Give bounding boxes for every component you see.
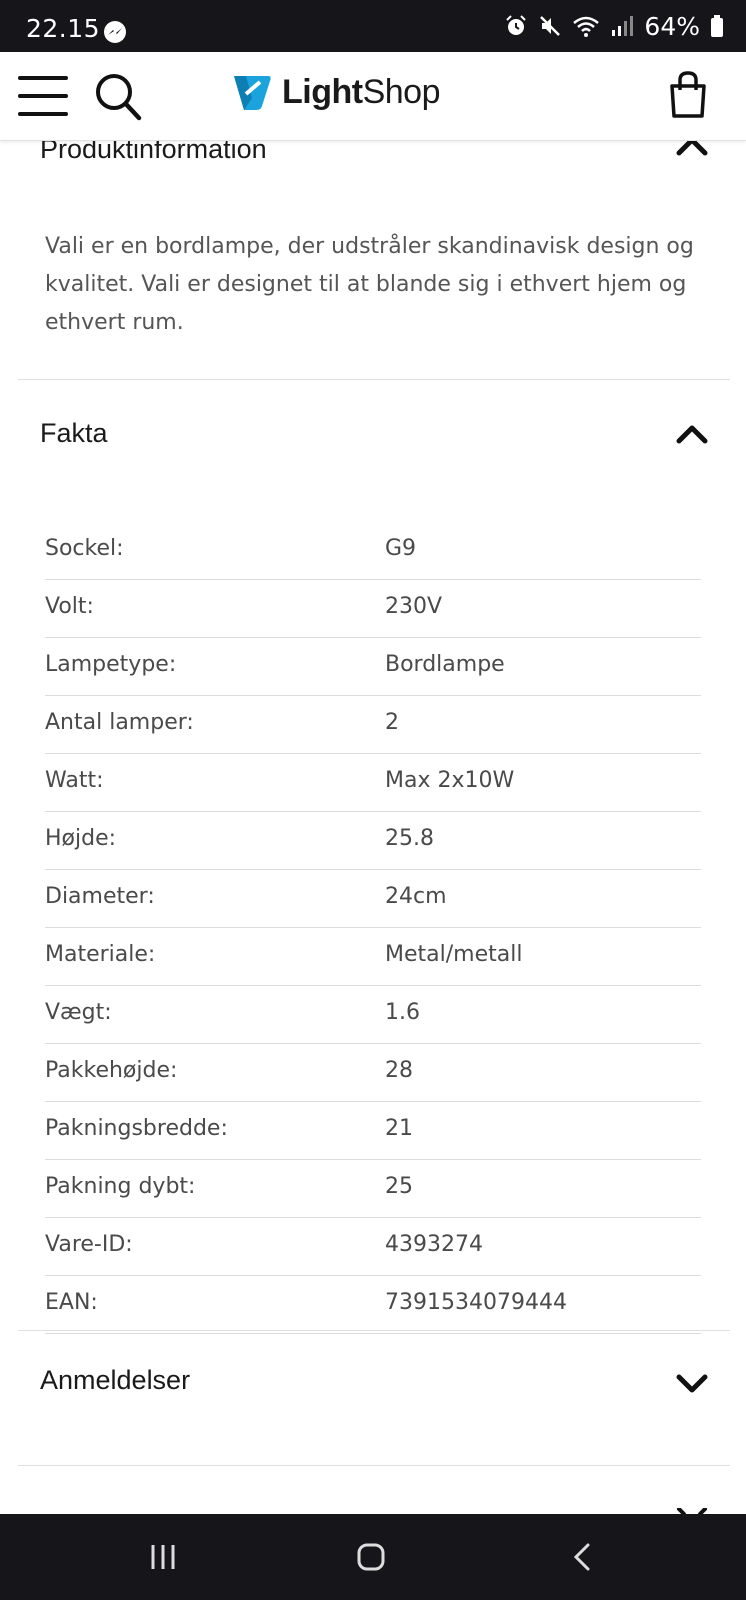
facts-value: 230V: [385, 594, 443, 619]
facts-label: Vægt:: [45, 1000, 112, 1025]
lightshop-logo[interactable]: LightShop: [232, 72, 440, 112]
facts-label: Materiale:: [45, 942, 156, 967]
home-icon[interactable]: [356, 1542, 386, 1572]
facts-value: 28: [385, 1058, 413, 1083]
facts-row: Vare-ID: 4393274: [45, 1218, 701, 1276]
facts-value: 2: [385, 710, 399, 735]
facts-row: Antal lamper: 2: [45, 696, 701, 754]
facts-label: Antal lamper:: [45, 710, 194, 735]
facts-row: Volt: 230V: [45, 580, 701, 638]
status-icons: 64%: [504, 11, 724, 41]
facts-label: Pakkehøjde:: [45, 1058, 178, 1083]
facts-label: Watt:: [45, 768, 104, 793]
facts-value: 24cm: [385, 884, 447, 909]
facts-value: 4393274: [385, 1232, 483, 1257]
facts-label: Pakning dybt:: [45, 1174, 196, 1199]
logo-mark-icon: [234, 76, 271, 110]
hamburger-menu-icon[interactable]: [18, 76, 68, 116]
section-title-reviews[interactable]: Anmeldelser: [40, 1365, 190, 1396]
recent-apps-icon[interactable]: [148, 1542, 178, 1572]
facts-label: EAN:: [45, 1290, 98, 1315]
facts-value: 25.8: [385, 826, 434, 851]
battery-icon: [711, 15, 723, 37]
section-title-facts[interactable]: Fakta: [40, 418, 108, 449]
search-icon[interactable]: [94, 72, 142, 122]
mute-icon: [540, 16, 561, 36]
facts-value: G9: [385, 536, 417, 561]
site-header: LightShop: [0, 52, 746, 141]
facts-label: Diameter:: [45, 884, 155, 909]
facts-table: Sockel: G9 Volt: 230V Lampetype: Bordlampe Ant…: [45, 522, 701, 1334]
facts-label: Pakningsbredde:: [45, 1116, 228, 1141]
facts-value: 7391534079444: [385, 1290, 567, 1315]
shopping-bag-icon[interactable]: [668, 70, 708, 120]
product-description: Vali er en bordlampe, der udstråler skan…: [45, 234, 694, 335]
facts-label: Vare-ID:: [45, 1232, 133, 1257]
facts-row: Pakning dybt: 25: [45, 1160, 701, 1218]
status-bar: 22.15 64%: [0, 0, 746, 52]
facts-value: Bordlampe: [385, 652, 505, 677]
facts-value: 21: [385, 1116, 413, 1141]
wifi-icon: [573, 16, 600, 37]
facts-row: Pakningsbredde: 21: [45, 1102, 701, 1160]
facts-row: Sockel: G9: [45, 522, 701, 580]
facts-row: Watt: Max 2x10W: [45, 754, 701, 812]
facts-label: Sockel:: [45, 536, 124, 561]
facts-label: Højde:: [45, 826, 117, 851]
facts-row: EAN: 7391534079444: [45, 1276, 701, 1334]
facts-value: 25: [385, 1174, 413, 1199]
section-title-next-partial[interactable]: [40, 1502, 240, 1514]
system-navigation-bar: [0, 1514, 746, 1600]
signal-icon: [612, 16, 634, 36]
facts-value: 1.6: [385, 1000, 420, 1025]
facts-row: Vægt: 1.6: [45, 986, 701, 1044]
facts-row: Materiale: Metal/metall: [45, 928, 701, 986]
alarm-icon: [506, 15, 527, 35]
facts-label: Volt:: [45, 594, 94, 619]
facts-value: Metal/metall: [385, 942, 523, 967]
facts-row: Højde: 25.8: [45, 812, 701, 870]
facts-label: Lampetype:: [45, 652, 177, 677]
chevron-down-icon[interactable]: [676, 1372, 708, 1396]
divider: [18, 379, 730, 380]
status-time: 22.15: [26, 14, 101, 43]
logo-text: LightShop: [282, 72, 440, 111]
battery-percent: 64%: [644, 11, 700, 41]
facts-row: Lampetype: Bordlampe: [45, 638, 701, 696]
divider: [18, 1465, 730, 1466]
messenger-notification-icon: [104, 21, 126, 43]
divider: [18, 1330, 730, 1331]
facts-row: Diameter: 24cm: [45, 870, 701, 928]
facts-row: Pakkehøjde: 28: [45, 1044, 701, 1102]
chevron-up-icon[interactable]: [676, 422, 708, 446]
back-icon[interactable]: [570, 1542, 594, 1572]
facts-value: Max 2x10W: [385, 768, 515, 793]
